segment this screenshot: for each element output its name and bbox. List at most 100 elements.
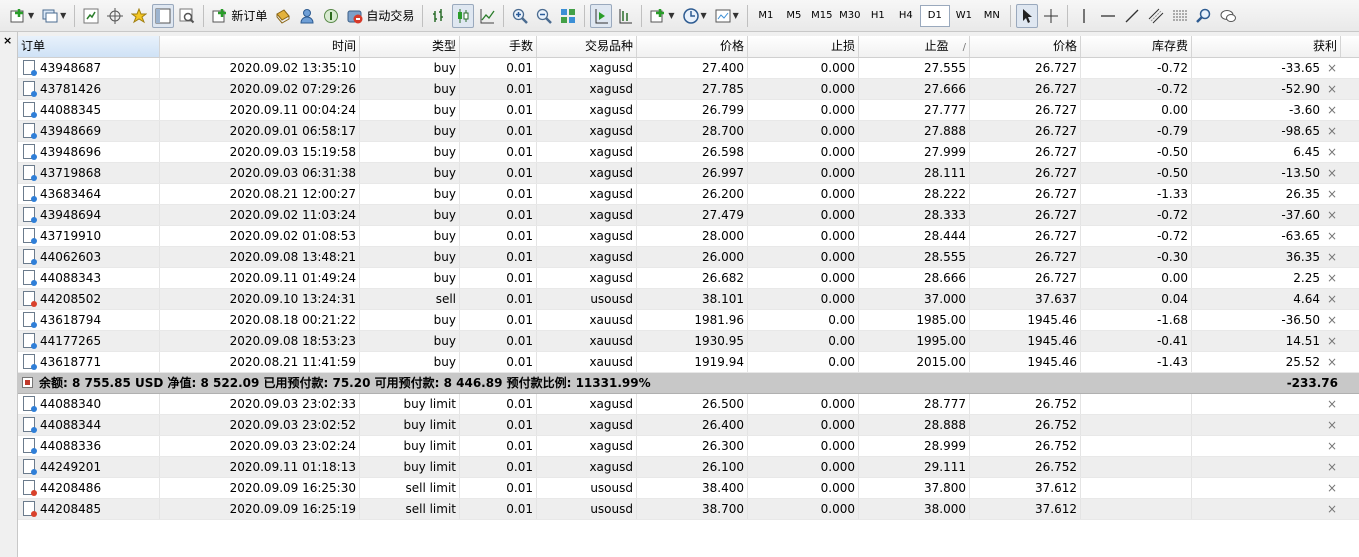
column-header-lots[interactable]: 手数 — [460, 36, 537, 57]
timeframe-m1[interactable]: M1 — [752, 6, 780, 26]
delete-order-icon[interactable]: × — [1326, 121, 1338, 141]
table-row[interactable]: 44249201 2020.09.11 01:18:13 buy limit 0.01… — [18, 457, 1359, 478]
table-row[interactable]: 44088344 2020.09.03 23:02:52 buy limit 0.01… — [18, 415, 1359, 436]
table-row[interactable]: 43948694 2020.09.02 11:03:24 buy 0.01 xagusd… — [18, 205, 1359, 226]
terminal-button[interactable] — [152, 3, 175, 28]
table-row[interactable]: 43781426 2020.09.02 07:29:26 buy 0.01 xagusd… — [18, 79, 1359, 100]
delete-order-icon[interactable]: × — [1326, 499, 1338, 519]
column-header-stop-loss[interactable]: 止损 — [748, 36, 859, 57]
table-row[interactable]: 43948687 2020.09.02 13:35:10 buy 0.01 xagusd… — [18, 58, 1359, 79]
delete-order-icon[interactable]: × — [1326, 142, 1338, 162]
market-watch-button[interactable] — [80, 4, 102, 28]
table-row[interactable]: 44088345 2020.09.11 00:04:24 buy 0.01 xagusd… — [18, 100, 1359, 121]
table-row[interactable]: 44208485 2020.09.09 16:25:19 sell limit 0.0… — [18, 499, 1359, 520]
column-header-order[interactable]: 订单 — [18, 36, 160, 57]
text-button[interactable] — [1193, 4, 1215, 28]
bar-chart-button[interactable] — [428, 4, 450, 28]
delete-order-icon[interactable]: × — [1326, 100, 1338, 120]
data-window-button[interactable] — [104, 4, 126, 28]
table-row[interactable]: 44208486 2020.09.09 16:25:30 sell limit 0.0… — [18, 478, 1359, 499]
timeframe-w1[interactable]: W1 — [950, 6, 978, 26]
vertical-line-button[interactable] — [1073, 4, 1095, 28]
indicators-button[interactable]: ▼ — [647, 4, 677, 28]
autotrading-button[interactable]: 自动交易 — [344, 4, 417, 28]
cell-cur: 26.727 — [970, 247, 1081, 267]
table-row[interactable]: 43618794 2020.08.18 00:21:22 buy 0.01 xauusd… — [18, 310, 1359, 331]
column-header-current-price[interactable]: 价格 — [970, 36, 1081, 57]
close-icon[interactable]: × — [3, 34, 12, 47]
table-row[interactable]: 43719868 2020.09.03 06:31:38 buy 0.01 xagusd… — [18, 163, 1359, 184]
table-row[interactable]: 43683464 2020.08.21 12:00:27 buy 0.01 xagusd… — [18, 184, 1359, 205]
table-row[interactable]: 43618771 2020.08.21 11:41:59 buy 0.01 xauusd… — [18, 352, 1359, 373]
tile-windows-button[interactable] — [557, 4, 579, 28]
table-row[interactable]: 44062603 2020.09.08 13:48:21 buy 0.01 xagusd… — [18, 247, 1359, 268]
delete-order-icon[interactable]: × — [1326, 226, 1338, 246]
delete-order-icon[interactable]: × — [1326, 163, 1338, 183]
profiles-button[interactable]: ▼ — [39, 4, 69, 28]
column-header-profit[interactable]: 获利 — [1192, 36, 1341, 57]
candlestick-chart-button[interactable] — [452, 3, 475, 28]
cell-time: 2020.09.08 13:48:21 — [160, 247, 360, 267]
timeframe-m30[interactable]: M30 — [836, 6, 864, 26]
metaeditor-button[interactable] — [272, 4, 294, 28]
delete-order-icon[interactable]: × — [1326, 79, 1338, 99]
periods-button[interactable]: ▼ — [680, 4, 710, 28]
navigator-button[interactable] — [128, 4, 150, 28]
column-header-price[interactable]: 价格 — [637, 36, 748, 57]
cell-cur: 26.727 — [970, 268, 1081, 288]
timeframe-m15[interactable]: M15 — [808, 6, 836, 26]
column-header-time[interactable]: 时间 — [160, 36, 360, 57]
new-order-button[interactable]: 新订单 — [209, 4, 270, 28]
delete-order-icon[interactable]: × — [1326, 394, 1338, 414]
delete-order-icon[interactable]: × — [1326, 331, 1338, 351]
column-header-type[interactable]: 类型 — [360, 36, 460, 57]
delete-order-icon[interactable]: × — [1326, 352, 1338, 372]
timeframe-h1[interactable]: H1 — [864, 6, 892, 26]
delete-order-icon[interactable]: × — [1326, 184, 1338, 204]
fibonacci-button[interactable] — [1169, 4, 1191, 28]
cell-lots-text: 0.01 — [506, 145, 533, 159]
delete-order-icon[interactable]: × — [1326, 268, 1338, 288]
timeframe-d1[interactable]: D1 — [919, 4, 950, 27]
table-row[interactable]: 43948696 2020.09.03 15:19:58 buy 0.01 xagusd… — [18, 142, 1359, 163]
delete-order-icon[interactable]: × — [1326, 205, 1338, 225]
column-header-swap[interactable]: 库存费 — [1081, 36, 1192, 57]
delete-order-icon[interactable]: × — [1326, 58, 1338, 78]
timeframe-mn[interactable]: MN — [978, 6, 1006, 26]
templates-button[interactable]: ▼ — [712, 4, 742, 28]
crosshair-button[interactable] — [1040, 4, 1062, 28]
delete-order-icon[interactable]: × — [1326, 457, 1338, 477]
column-header-take-profit[interactable]: 止盈 / — [859, 36, 970, 57]
market-button[interactable] — [320, 4, 342, 28]
delete-order-icon[interactable]: × — [1326, 310, 1338, 330]
zoom-out-button[interactable] — [533, 4, 555, 28]
timeframe-h4[interactable]: H4 — [892, 6, 920, 26]
chat-button[interactable] — [1217, 4, 1239, 28]
table-row[interactable]: 44208502 2020.09.10 13:24:31 sell 0.01 usous… — [18, 289, 1359, 310]
table-row[interactable]: 44088340 2020.09.03 23:02:33 buy limit 0.01… — [18, 394, 1359, 415]
delete-order-icon[interactable]: × — [1326, 289, 1338, 309]
new-chart-button[interactable]: ▼ — [7, 4, 37, 28]
trend-line-button[interactable] — [1121, 4, 1143, 28]
delete-order-icon[interactable]: × — [1326, 247, 1338, 267]
delete-order-icon[interactable]: × — [1326, 478, 1338, 498]
table-row[interactable]: 44088343 2020.09.11 01:49:24 buy 0.01 xagusd… — [18, 268, 1359, 289]
table-row[interactable]: 43719910 2020.09.02 01:08:53 buy 0.01 xagusd… — [18, 226, 1359, 247]
zoom-in-button[interactable] — [509, 4, 531, 28]
auto-scroll-button[interactable] — [590, 3, 613, 28]
strategy-tester-button[interactable] — [176, 4, 198, 28]
delete-order-icon[interactable]: × — [1326, 436, 1338, 456]
chart-shift-button[interactable] — [614, 4, 636, 28]
cursor-button[interactable] — [1015, 3, 1038, 28]
timeframe-m5[interactable]: M5 — [780, 6, 808, 26]
table-row[interactable]: 44088336 2020.09.03 23:02:24 buy limit 0.01… — [18, 436, 1359, 457]
signals-button[interactable] — [296, 4, 318, 28]
table-row[interactable]: 44177265 2020.09.08 18:53:23 buy 0.01 xauusd… — [18, 331, 1359, 352]
table-row[interactable]: 43948669 2020.09.01 06:58:17 buy 0.01 xagusd… — [18, 121, 1359, 142]
column-header-symbol[interactable]: 交易品种 — [537, 36, 637, 57]
book-icon — [276, 8, 291, 24]
horizontal-line-button[interactable] — [1097, 4, 1119, 28]
delete-order-icon[interactable]: × — [1326, 415, 1338, 435]
equidistant-channel-button[interactable] — [1145, 4, 1167, 28]
line-chart-button[interactable] — [476, 4, 498, 28]
